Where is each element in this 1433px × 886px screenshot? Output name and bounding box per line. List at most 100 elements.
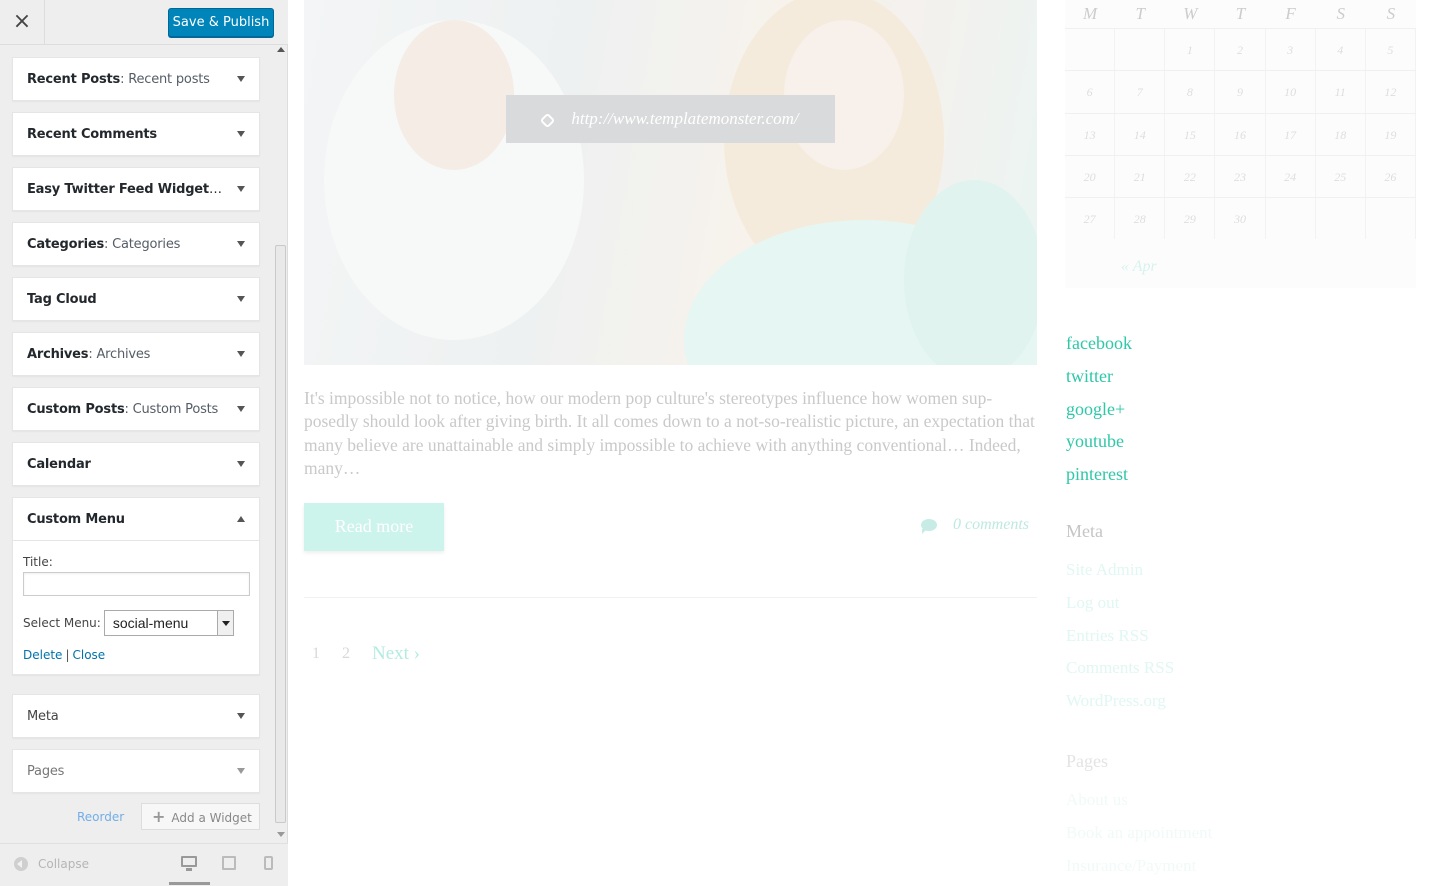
social-link-twitter[interactable]: twitter (1066, 360, 1132, 393)
calendar-day-cell: 12 (1366, 71, 1416, 113)
reorder-link[interactable]: Reorder (77, 810, 124, 824)
widget-custom-menu[interactable]: Custom Menu Title: Select Menu: social-m… (12, 497, 260, 675)
expand-caret-icon[interactable] (237, 76, 245, 82)
expand-caret-icon[interactable] (237, 241, 245, 247)
select-menu-label: Select Menu: (23, 616, 101, 630)
calendar-prev-month-link[interactable]: « Apr (1121, 258, 1157, 276)
widget-title: Tag Cloud (27, 291, 97, 307)
scrollbar-thumb[interactable] (275, 245, 286, 823)
desktop-icon[interactable] (181, 856, 197, 871)
calendar-day-cell: 4 (1316, 29, 1366, 71)
meta-link[interactable]: Entries RSS (1066, 620, 1174, 653)
widget-header[interactable]: Calendar (13, 443, 259, 485)
social-link-facebook[interactable]: facebook (1066, 327, 1132, 360)
page-link-2[interactable]: 2 (342, 645, 350, 663)
collapse-caret-icon[interactable] (237, 516, 245, 522)
social-link-google-plus[interactable]: google+ (1066, 393, 1132, 426)
widget-header[interactable]: Easy Twitter Feed Widget: Twi... (13, 168, 259, 210)
mobile-icon[interactable] (264, 856, 273, 870)
calendar-day-cell: 29 (1165, 198, 1216, 240)
expand-caret-icon[interactable] (237, 768, 245, 774)
title-input[interactable] (23, 572, 250, 596)
widget-easy-twitter-feed[interactable]: Easy Twitter Feed Widget: Twi... (12, 167, 260, 211)
scroll-down-arrow-icon[interactable] (277, 832, 285, 837)
calendar-day-cell: 17 (1266, 113, 1316, 155)
add-widget-button[interactable]: + Add a Widget (141, 803, 260, 830)
meta-heading: Meta (1066, 521, 1103, 541)
calendar-day-cell: 27 (1065, 198, 1116, 240)
expand-caret-icon[interactable] (237, 131, 245, 137)
expand-caret-icon[interactable] (237, 296, 245, 302)
widget-header[interactable]: Meta (13, 695, 259, 737)
calendar-day-cell: 6 (1065, 71, 1116, 113)
widget-title: Recent Comments (27, 126, 157, 142)
page-link-1[interactable]: 1 (312, 645, 320, 663)
meta-link[interactable]: Comments RSS (1066, 652, 1174, 685)
collapse-button[interactable]: Collapse (14, 857, 89, 871)
widget-tag-cloud[interactable]: Tag Cloud (12, 277, 260, 321)
divider (304, 597, 1037, 598)
close-customizer-button[interactable]: × (0, 0, 45, 45)
widget-pages[interactable]: Pages (12, 749, 260, 793)
select-menu-dropdown[interactable]: social-menu (103, 610, 234, 636)
page-link[interactable]: Insurance/Payment (1066, 850, 1212, 883)
post-link-overlay[interactable]: http://www.templatemonster.com/ (506, 95, 835, 143)
social-link-pinterest[interactable]: pinterest (1066, 458, 1132, 491)
widget-title: Easy Twitter Feed Widget: Twi... (27, 181, 222, 197)
post-url: http://www.templatemonster.com/ (571, 109, 799, 128)
separator: | (65, 648, 70, 662)
close-link[interactable]: Close (72, 648, 105, 662)
widget-header[interactable]: Custom Posts: Custom Posts (13, 388, 259, 430)
page-link[interactable]: Book an appointment (1066, 817, 1212, 850)
widget-title: Custom Posts: Custom Posts (27, 401, 219, 417)
widget-archives[interactable]: Archives: Archives (12, 332, 260, 376)
widget-header[interactable]: Archives: Archives (13, 333, 259, 375)
expand-caret-icon[interactable] (237, 186, 245, 192)
calendar-day-cell: 21 (1115, 155, 1166, 198)
panel-scrollbar[interactable] (274, 45, 288, 841)
weekday: W (1183, 4, 1198, 23)
next-page-link[interactable]: Next › (372, 643, 420, 665)
calendar-widget: M T W T F S S 1 2 3 4 5 6 7 8 9 10 11 12 13 14 15 16 17 1… (1065, 0, 1416, 288)
widget-meta[interactable]: Meta (12, 694, 260, 738)
calendar-day-cell: 28 (1115, 198, 1166, 240)
calendar-day-cell: 25 (1316, 155, 1366, 198)
calendar-week-row: 6 7 8 9 10 11 12 (1065, 70, 1416, 113)
delete-link[interactable]: Delete (23, 648, 62, 662)
read-more-button[interactable]: Read more (304, 503, 444, 551)
expand-caret-icon[interactable] (237, 713, 245, 719)
title-label: Title: (23, 555, 53, 569)
pages-heading: Pages (1066, 751, 1108, 771)
widget-header[interactable]: Pages (13, 750, 259, 792)
page-link[interactable]: About us (1066, 784, 1212, 817)
post-featured-image[interactable]: http://www.templatemonster.com/ (304, 0, 1037, 365)
widget-header[interactable]: Recent Posts: Recent posts (13, 58, 259, 100)
social-menu: facebook twitter google+ youtube pintere… (1066, 327, 1132, 491)
widget-recent-posts[interactable]: Recent Posts: Recent posts (12, 57, 260, 101)
meta-link[interactable]: Site Admin (1066, 554, 1174, 587)
expand-caret-icon[interactable] (237, 461, 245, 467)
post-excerpt: It's impossible not to notice, how our m… (304, 388, 1035, 478)
expand-caret-icon[interactable] (237, 351, 245, 357)
meta-link[interactable]: Log out (1066, 587, 1174, 620)
widget-recent-comments[interactable]: Recent Comments (12, 112, 260, 156)
calendar-day-cell: 5 (1366, 29, 1416, 71)
tablet-icon[interactable] (222, 856, 236, 870)
widget-categories[interactable]: Categories: Categories (12, 222, 260, 266)
scroll-up-arrow-icon[interactable] (277, 47, 285, 52)
widget-header[interactable]: Tag Cloud (13, 278, 259, 320)
social-link-youtube[interactable]: youtube (1066, 425, 1132, 458)
calendar-day-cell: 14 (1115, 113, 1166, 155)
widget-header[interactable]: Recent Comments (13, 113, 259, 155)
widget-header[interactable]: Categories: Categories (13, 223, 259, 265)
dropdown-arrow-icon[interactable] (216, 611, 233, 635)
comments-link[interactable]: 0 comments (921, 516, 1029, 534)
calendar-day-cell: 3 (1266, 29, 1316, 71)
expand-caret-icon[interactable] (237, 406, 245, 412)
save-publish-button[interactable]: Save & Publish (168, 8, 274, 37)
widget-custom-posts[interactable]: Custom Posts: Custom Posts (12, 387, 260, 431)
widget-calendar[interactable]: Calendar (12, 442, 260, 486)
collapse-label: Collapse (38, 857, 89, 871)
meta-link[interactable]: WordPress.org (1066, 685, 1174, 718)
widget-header[interactable]: Custom Menu (13, 498, 259, 540)
